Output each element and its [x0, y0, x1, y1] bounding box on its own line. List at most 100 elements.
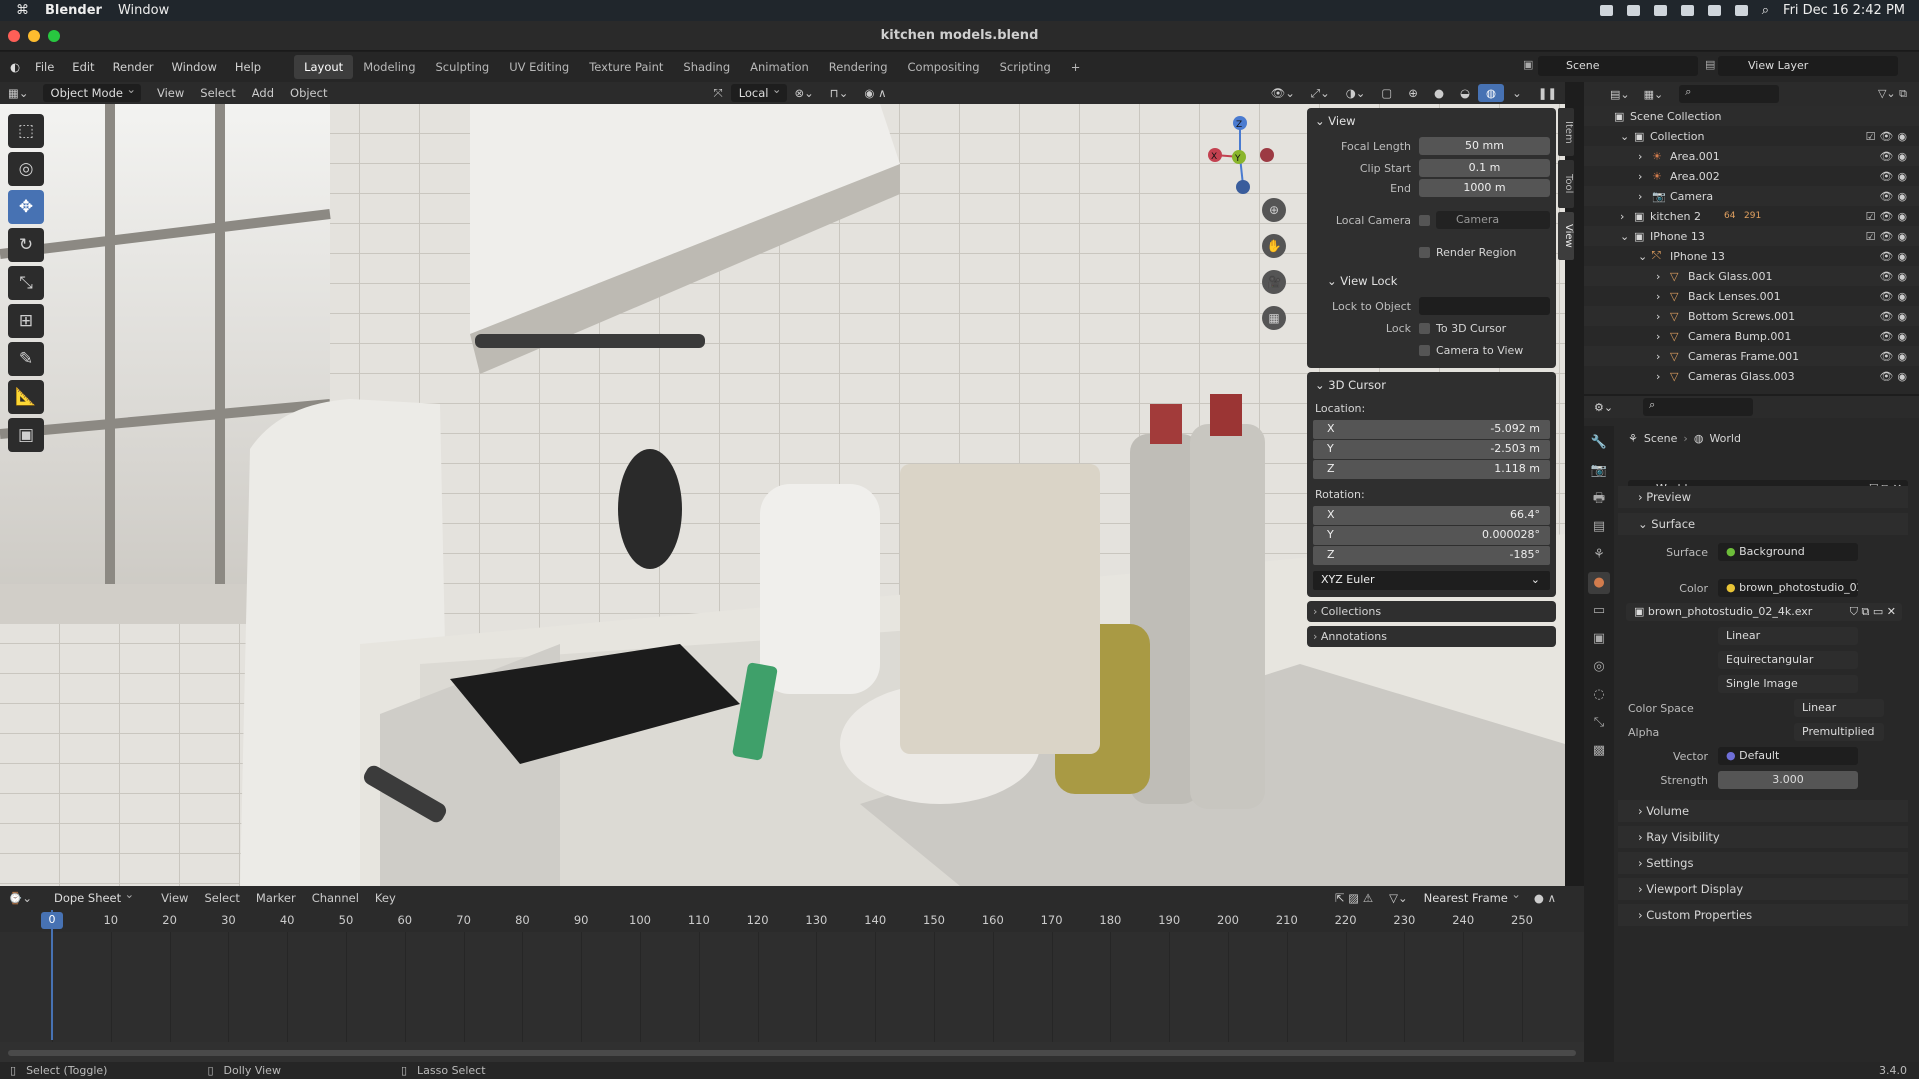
outliner-row[interactable]: ⌄ ▣ IPhone 13 ☑👁◉ — [1584, 226, 1919, 246]
lock-to-object-field[interactable] — [1419, 297, 1550, 315]
menu-render[interactable]: Render — [104, 60, 163, 74]
camera-view-icon[interactable]: 🎥 — [1262, 270, 1286, 294]
measure-tool-icon[interactable]: 📐 — [8, 380, 44, 414]
dope-sheet-editor-icon[interactable]: ⌚⌄ — [0, 889, 40, 907]
zoom-icon[interactable]: ⊕ — [1262, 198, 1286, 222]
color-space-dropdown[interactable]: Linear — [1794, 699, 1884, 717]
color-input-field[interactable]: ● brown_photostudio_02... — [1718, 579, 1858, 597]
horizontal-scrollbar[interactable] — [8, 1050, 1576, 1056]
mac-menu-window[interactable]: Window — [118, 3, 169, 18]
viewport-menu-object[interactable]: Object — [282, 84, 335, 102]
apple-icon[interactable]: ⌘ — [16, 3, 29, 18]
cursor-location-x[interactable]: X -5.092 m — [1313, 420, 1550, 439]
overlay-icon[interactable]: ◑⌄ — [1338, 84, 1374, 102]
menu-file[interactable]: File — [26, 60, 63, 74]
frame-ruler[interactable]: 0 10 20 30 40 50 60 70 80 90 100 110 120 130 140 150 160… — [0, 910, 1584, 932]
tab-tool[interactable]: Tool — [1558, 160, 1574, 208]
workspace-tab-animation[interactable]: Animation — [740, 55, 819, 79]
clip-start-field[interactable]: 0.1 m — [1419, 159, 1550, 177]
shading-solid-icon[interactable]: ● — [1426, 84, 1452, 102]
projection-dropdown[interactable]: Equirectangular — [1718, 651, 1858, 669]
current-frame-badge[interactable]: 0 — [41, 912, 63, 929]
tray-icon[interactable] — [1626, 5, 1640, 16]
tab-item[interactable]: Item — [1558, 108, 1574, 156]
proportional-icon[interactable]: ● ∧ — [1526, 889, 1564, 907]
pan-hand-icon[interactable]: ✋ — [1262, 234, 1286, 258]
proportional-edit-icon[interactable]: ◉ ∧ — [856, 84, 894, 102]
outliner-editor-icon[interactable]: ▤⌄ — [1610, 88, 1630, 101]
pivot-icon[interactable]: ⊗⌄ — [787, 84, 822, 102]
visibility-toggles[interactable]: ☑👁◉ — [1866, 130, 1911, 143]
strength-field[interactable]: 3.000 — [1718, 771, 1858, 789]
view-layer-tab-icon[interactable]: ▤ — [1588, 516, 1610, 538]
cursor-rotation-x[interactable]: X 66.4° — [1313, 506, 1550, 525]
output-tab-icon[interactable]: 🖶 — [1588, 488, 1610, 510]
playhead[interactable] — [51, 910, 53, 1040]
alpha-dropdown[interactable]: Premultiplied — [1794, 723, 1884, 741]
tab-view[interactable]: View — [1558, 212, 1574, 260]
object-mode-dropdown[interactable]: Object Mode — [42, 82, 141, 102]
3d-cursor-header[interactable]: ⌄ 3D Cursor — [1313, 376, 1550, 398]
menu-window[interactable]: Window — [163, 60, 226, 74]
focal-length-field[interactable]: 50 mm — [1419, 137, 1550, 155]
outliner-row[interactable]: › 📷 Camera 👁◉ — [1584, 186, 1919, 206]
section-custom-properties[interactable]: › Custom Properties — [1618, 904, 1908, 926]
add-cube-tool-icon[interactable]: ▣ — [8, 418, 44, 452]
ds-menu-view[interactable]: View — [153, 889, 196, 907]
section-settings[interactable]: › Settings — [1618, 852, 1908, 874]
only-selected-icon[interactable]: ⇱ ▨ ⚠ — [1327, 889, 1381, 907]
dope-sheet-mode-dropdown[interactable]: Dope Sheet — [46, 887, 139, 907]
modifier-tab-icon[interactable]: ◎ — [1588, 656, 1610, 678]
visibility-icon[interactable]: 👁⌄ — [1263, 84, 1303, 102]
workspace-tab-sculpting[interactable]: Sculpting — [426, 55, 500, 79]
section-preview[interactable]: › Preview — [1618, 486, 1908, 508]
rotation-mode-dropdown[interactable]: XYZ Euler ⌄ — [1313, 571, 1550, 590]
scale-tool-icon[interactable]: ⤡ — [8, 266, 44, 300]
outliner-row[interactable]: › ▽ Bottom Screws.001 👁◉ — [1584, 306, 1919, 326]
workspace-tab-layout[interactable]: Layout — [294, 55, 354, 79]
render-tab-icon[interactable]: 📷 — [1588, 460, 1610, 482]
outliner-row[interactable]: ▣ Scene Collection — [1584, 106, 1919, 126]
image-datablock-field[interactable]: ▣ brown_photostudio_02_4k.exr ⛉ ⧉ ▭ ✕ — [1626, 603, 1902, 621]
transform-tool-icon[interactable]: ⊞ — [8, 304, 44, 338]
workspace-tab-compositing[interactable]: Compositing — [898, 55, 990, 79]
physics-tab-icon[interactable]: ◌ — [1588, 684, 1610, 706]
gizmo-icon[interactable]: ⤢⌄ — [1303, 84, 1338, 103]
clip-end-field[interactable]: 1000 m — [1419, 179, 1550, 197]
wifi-icon[interactable] — [1734, 5, 1748, 16]
tray-icon[interactable] — [1599, 5, 1613, 16]
outliner-row[interactable]: › ▽ Cameras Frame.001 👁◉ — [1584, 346, 1919, 366]
view-layer-field[interactable]: View Layer — [1718, 56, 1898, 76]
cursor-rotation-z[interactable]: Z -185° — [1313, 546, 1550, 565]
filter-icon[interactable]: ▽⌄ ⧉ — [1878, 87, 1907, 101]
workspace-tab-uv-editing[interactable]: UV Editing — [499, 55, 579, 79]
section-volume[interactable]: › Volume — [1618, 800, 1908, 822]
dope-sheet-body[interactable] — [0, 932, 1584, 1042]
section-ray-visibility[interactable]: › Ray Visibility — [1618, 826, 1908, 848]
viewport-menu-view[interactable]: View — [149, 84, 192, 102]
properties-search-input[interactable]: ⌕ — [1643, 398, 1754, 416]
outliner-row[interactable]: › ▽ Back Lenses.001 👁◉ — [1584, 286, 1919, 306]
tool-tab-icon[interactable]: 🔧 — [1588, 432, 1610, 454]
outliner-search-input[interactable]: ⌕ — [1679, 85, 1780, 103]
workspace-tab-texture-paint[interactable]: Texture Paint — [579, 55, 673, 79]
cursor-rotation-y[interactable]: Y 0.000028° — [1313, 526, 1550, 545]
vector-field[interactable]: ● Default — [1718, 747, 1858, 765]
render-region-checkbox[interactable] — [1419, 246, 1430, 258]
texture-tab-icon[interactable]: ▩ — [1588, 740, 1610, 762]
outliner-row[interactable]: › ☀ Area.002 👁◉ — [1584, 166, 1919, 186]
section-viewport-display[interactable]: › Viewport Display — [1618, 878, 1908, 900]
tray-icon[interactable] — [1653, 5, 1667, 16]
surface-shader-field[interactable]: ● Background — [1718, 543, 1858, 561]
menu-edit[interactable]: Edit — [63, 60, 103, 74]
outliner-row[interactable]: › ▽ Camera Bump.001 👁◉ — [1584, 326, 1919, 346]
outliner-row[interactable]: ⌄ ⤲ IPhone 13 👁◉ — [1584, 246, 1919, 266]
view-panel-header[interactable]: ⌄ View — [1313, 112, 1550, 134]
shading-rendered-icon[interactable]: ◍ — [1478, 84, 1505, 102]
shading-options-icon[interactable]: ⌄ — [1504, 84, 1530, 102]
add-workspace-button[interactable]: + — [1061, 55, 1091, 79]
blender-logo-icon[interactable]: ◐ — [0, 60, 26, 74]
ortho-grid-icon[interactable]: ▦ — [1262, 306, 1286, 330]
shading-material-icon[interactable]: ◒ — [1452, 84, 1478, 102]
shading-wireframe-icon[interactable]: ⊕ — [1400, 84, 1426, 102]
